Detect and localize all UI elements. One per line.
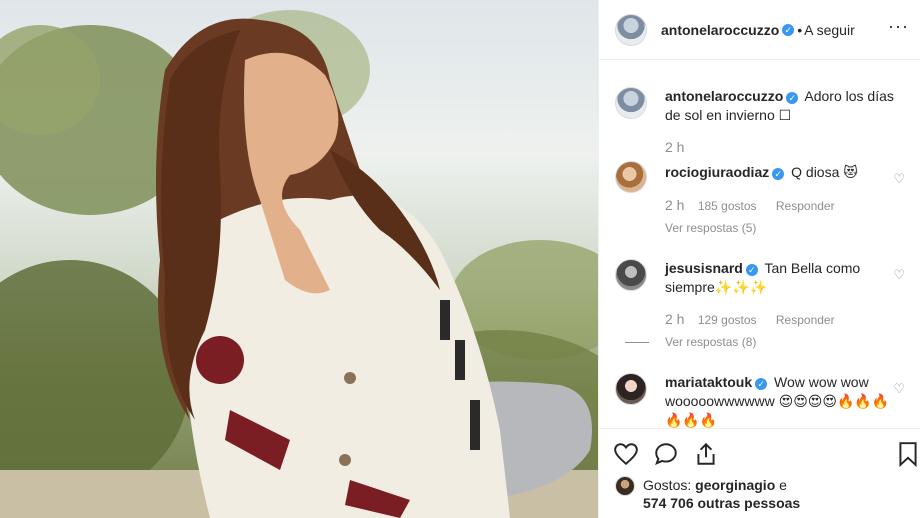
bookmark-icon[interactable] [895,441,920,467]
view-replies-text[interactable]: Ver respostas (8) [665,335,756,349]
post-header: antonelaroccuzzo ✓ • A seguir ··· [599,0,920,60]
liker-username[interactable]: georginagio [695,477,775,493]
replies-divider [625,342,649,344]
heart-icon[interactable] [613,441,639,467]
caption-username[interactable]: antonelaroccuzzo [665,88,783,104]
owner-username[interactable]: antonelaroccuzzo [661,22,779,38]
photo-illustration [0,10,598,518]
likes-summary: Gostos: georginagio e 574 706 outras pes… [615,476,800,512]
verified-icon: ✓ [745,264,758,276]
comment-text: Q diosa 😻 [791,164,858,180]
caption-avatar[interactable] [615,87,647,119]
verified-icon: ✓ [782,23,795,36]
comment-like-heart-icon[interactable]: ♡ [893,171,905,187]
view-replies-link[interactable]: Ver respostas (5) [665,221,756,235]
reply-button[interactable]: Responder [776,199,835,213]
comment-time: 2 h [665,311,685,327]
comment-like-heart-icon[interactable]: ♡ [893,381,905,397]
likes-prefix: Gostos: [643,477,696,493]
comment-meta: 2 h 129 gostos Responder [665,311,851,327]
comment-username[interactable]: rociogiuraodiaz [665,164,769,180]
post-actions: Gostos: georginagio e 574 706 outras pes… [599,428,920,518]
comments-list[interactable]: antonelaroccuzzo ✓ Adoro los días de sol … [599,61,920,428]
more-icon[interactable]: ··· [888,16,909,37]
follow-status-button[interactable]: A seguir [804,22,855,38]
separator: • [797,21,803,38]
comment-meta: 2 h 185 gostos Responder [665,197,851,213]
owner-avatar[interactable] [615,13,647,46]
verified-icon: ✓ [755,378,768,390]
comment-time: 2 h [665,197,685,213]
comment-like-heart-icon[interactable]: ♡ [893,267,905,283]
caption-meta: 2 h [665,139,694,155]
comment-username[interactable]: jesusisnard [665,260,743,276]
share-icon[interactable] [693,441,719,467]
comment-avatar[interactable] [615,259,647,291]
caption-time: 2 h [665,139,685,155]
verified-icon: ✓ [772,168,785,180]
comment-username[interactable]: mariataktouk [665,374,752,390]
comment-likes-count[interactable]: 185 gostos [698,199,757,213]
comment-icon[interactable] [653,441,679,467]
comment-avatar[interactable] [615,373,647,405]
likes-others-count[interactable]: 574 706 outras pessoas [643,495,800,511]
view-replies-link[interactable]: Ver respostas (8) [625,335,756,349]
view-replies-text[interactable]: Ver respostas (5) [665,221,756,235]
liker-avatar[interactable] [615,476,635,496]
comment-avatar[interactable] [615,161,647,193]
likes-connector: e [775,477,787,493]
comment-likes-count[interactable]: 129 gostos [698,313,757,327]
verified-icon: ✓ [786,92,799,104]
post-photo[interactable] [0,0,598,518]
post-side-panel: antonelaroccuzzo ✓ • A seguir ··· antone… [598,0,920,518]
reply-button[interactable]: Responder [776,313,835,327]
